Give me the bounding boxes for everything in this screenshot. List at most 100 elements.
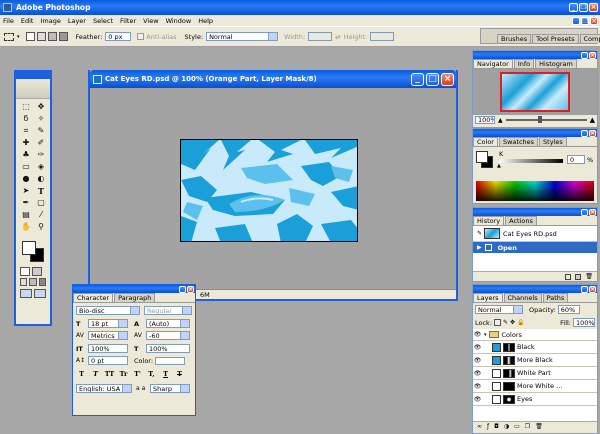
document-close-button[interactable]: ×: [441, 72, 454, 86]
doc-minimize-button[interactable]: _: [572, 16, 580, 25]
menu-filter[interactable]: Filter: [120, 17, 136, 25]
tab-layers[interactable]: Layers: [473, 293, 503, 302]
standard-mode-icon[interactable]: [20, 267, 30, 276]
edit-in-imageready-icon[interactable]: [34, 289, 46, 298]
color-swatches[interactable]: [20, 237, 46, 265]
tab-actions[interactable]: Actions: [505, 216, 537, 225]
layer-row-black[interactable]: 👁 Black: [473, 341, 597, 354]
zoom-slider-thumb[interactable]: [538, 116, 543, 123]
paint-bucket-tool-icon[interactable]: ◈: [36, 162, 46, 172]
history-minimize-button[interactable]: _: [581, 208, 588, 216]
kerning-select[interactable]: Metrics: [88, 331, 128, 340]
zoom-out-icon[interactable]: ▲: [498, 117, 503, 124]
width-input[interactable]: [308, 32, 333, 41]
character-minimize-button[interactable]: _: [179, 285, 186, 293]
menu-edit[interactable]: Edit: [21, 17, 34, 25]
tab-navigator[interactable]: Navigator: [473, 59, 513, 68]
tracking-select[interactable]: -60: [146, 331, 190, 340]
height-input[interactable]: [370, 32, 395, 41]
menu-layer[interactable]: Layer: [68, 17, 86, 25]
tab-channels[interactable]: Channels: [503, 293, 542, 302]
tool-preset-dropdown-icon[interactable]: ▾: [17, 34, 20, 40]
zoom-in-icon[interactable]: ▲: [590, 116, 595, 124]
quick-mask-mode-icon[interactable]: [32, 267, 42, 276]
pen-tool-icon[interactable]: ✒: [21, 198, 31, 208]
lock-transparency-icon[interactable]: [494, 319, 502, 326]
faux-italic-button[interactable]: T: [90, 370, 101, 378]
brush-tool-icon[interactable]: ✐: [36, 138, 46, 148]
style-select[interactable]: Normal: [206, 32, 279, 41]
antialias-method-select[interactable]: Sharp: [150, 384, 190, 393]
menu-select[interactable]: Select: [93, 17, 113, 25]
navigator-view-box[interactable]: [500, 72, 570, 112]
tab-character[interactable]: Character: [73, 293, 114, 302]
lock-image-icon[interactable]: ✎: [503, 319, 508, 326]
menu-help[interactable]: Help: [198, 17, 213, 25]
new-layer-icon[interactable]: ❐: [525, 423, 530, 430]
delete-state-icon[interactable]: 🗑: [585, 273, 593, 280]
foreground-color-swatch[interactable]: [22, 241, 36, 255]
layers-minimize-button[interactable]: _: [581, 285, 588, 293]
font-size-select[interactable]: 18 pt: [88, 319, 128, 328]
character-close-button[interactable]: ×: [187, 285, 194, 293]
layer-row-eyes[interactable]: 👁 Eyes: [473, 393, 597, 406]
subtract-selection-icon[interactable]: [47, 32, 57, 41]
doc-close-button[interactable]: ×: [590, 16, 598, 25]
navigator-preview[interactable]: [473, 69, 597, 115]
lock-all-icon[interactable]: 🔒: [517, 319, 524, 326]
font-style-select[interactable]: Regular: [144, 306, 192, 315]
strikethrough-button[interactable]: T: [174, 370, 185, 378]
feather-input[interactable]: 0 px: [105, 32, 132, 41]
path-selection-tool-icon[interactable]: ➤: [21, 186, 31, 196]
screen-mode-standard-icon[interactable]: [20, 278, 28, 286]
menu-file[interactable]: File: [3, 17, 14, 25]
blur-tool-icon[interactable]: ●: [21, 174, 31, 184]
faux-bold-button[interactable]: T: [76, 370, 87, 378]
history-step-open[interactable]: ▶ Open: [473, 242, 597, 253]
magic-wand-tool-icon[interactable]: ✧: [36, 114, 46, 124]
opacity-input[interactable]: 60%: [557, 305, 580, 314]
visibility-eye-icon[interactable]: 👁: [473, 331, 482, 338]
all-caps-button[interactable]: TT: [104, 370, 115, 378]
link-layers-icon[interactable]: ∞: [477, 423, 482, 430]
subscript-button[interactable]: T,: [146, 370, 157, 378]
layer-row-white-part[interactable]: 👁 White Part: [473, 367, 597, 380]
layer-mask-thumbnail[interactable]: [503, 355, 515, 365]
color-spectrum-bar[interactable]: [476, 181, 594, 201]
history-close-button[interactable]: ×: [589, 208, 596, 216]
history-brush-source-icon[interactable]: ✎: [477, 230, 482, 237]
move-tool-icon[interactable]: ✥: [36, 102, 46, 112]
new-snapshot-icon[interactable]: [575, 273, 582, 280]
visibility-eye-icon[interactable]: 👁: [473, 370, 482, 377]
font-family-select[interactable]: Bio-disc: [76, 306, 140, 315]
layer-mask-thumbnail[interactable]: [503, 381, 515, 391]
lock-position-icon[interactable]: ✥: [510, 319, 515, 326]
color-foreground-swatch[interactable]: [476, 151, 488, 163]
document-minimize-button[interactable]: _: [411, 72, 424, 86]
small-caps-button[interactable]: Tr: [118, 370, 129, 378]
tab-paths[interactable]: Paths: [542, 293, 569, 302]
healing-brush-tool-icon[interactable]: ✚: [21, 138, 31, 148]
menu-view[interactable]: View: [143, 17, 158, 25]
document-canvas-area[interactable]: 6M: [90, 88, 456, 299]
tab-paragraph[interactable]: Paragraph: [114, 293, 156, 302]
superscript-button[interactable]: T': [132, 370, 143, 378]
leading-select[interactable]: (Auto): [146, 319, 190, 328]
type-tool-icon[interactable]: T: [36, 186, 46, 196]
new-document-from-state-icon[interactable]: [565, 273, 572, 280]
adjustment-layer-icon[interactable]: ◑: [504, 423, 509, 430]
history-state-marker-icon[interactable]: ▶: [477, 244, 482, 251]
add-mask-icon[interactable]: ◘: [494, 423, 499, 430]
dodge-tool-icon[interactable]: ◐: [36, 174, 46, 184]
visibility-eye-icon[interactable]: 👁: [473, 357, 482, 364]
visibility-eye-icon[interactable]: 👁: [473, 344, 482, 351]
crop-tool-icon[interactable]: ⌗: [21, 126, 31, 136]
layer-mask-thumbnail[interactable]: [503, 342, 515, 352]
layer-row-more-black[interactable]: 👁 More Black: [473, 354, 597, 367]
history-snapshot-row[interactable]: ✎ Cat Eyes RD.psd: [473, 226, 597, 242]
tab-color[interactable]: Color: [473, 137, 498, 146]
k-value-input[interactable]: 0: [567, 155, 585, 164]
fill-input[interactable]: 100%: [573, 318, 595, 327]
shape-tool-icon[interactable]: ▢: [36, 198, 46, 208]
new-group-icon[interactable]: ▭: [514, 423, 520, 430]
